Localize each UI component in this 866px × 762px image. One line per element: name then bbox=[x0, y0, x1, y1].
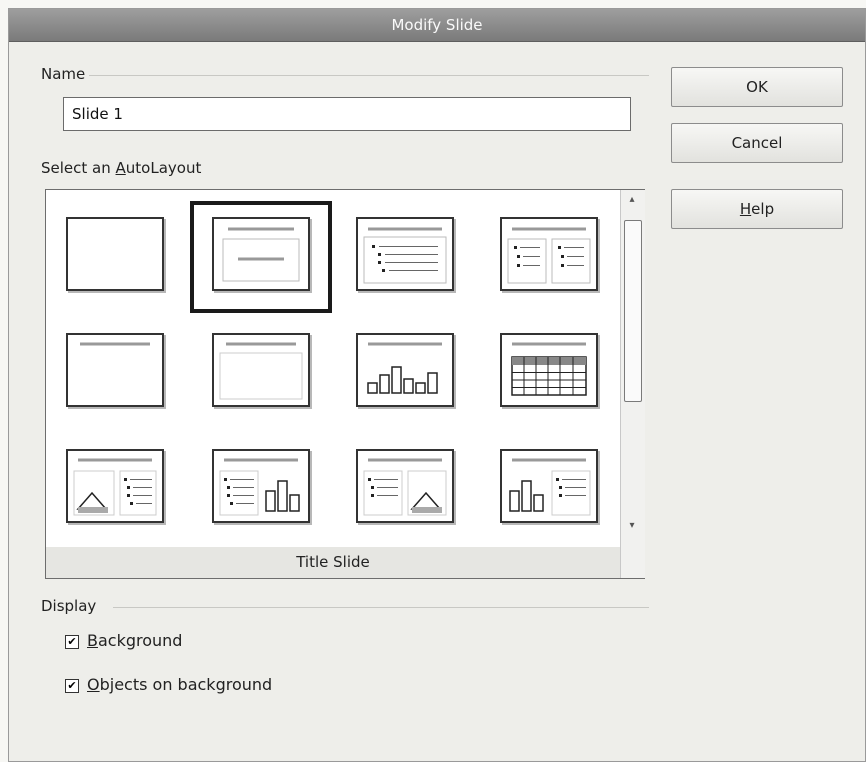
title-text-chart-layout-icon[interactable] bbox=[212, 449, 310, 523]
title-chart-text-thumb-art bbox=[509, 458, 591, 516]
title-clipart-text-thumb-art bbox=[73, 458, 157, 516]
name-label: Name bbox=[41, 65, 86, 83]
name-group-line bbox=[89, 75, 649, 76]
help-button[interactable]: Help bbox=[671, 189, 843, 229]
title-content-layout-icon[interactable] bbox=[356, 217, 454, 291]
centered-text-thumb-art bbox=[219, 342, 303, 400]
blank-layout-icon[interactable] bbox=[66, 217, 164, 291]
scroll-down-icon[interactable]: ▾ bbox=[626, 520, 638, 532]
title-text-clipart-thumb-art bbox=[363, 458, 447, 516]
help-label: elp bbox=[751, 200, 775, 218]
dialog-title: Modify Slide bbox=[391, 16, 483, 34]
title-text-clipart-layout-icon[interactable] bbox=[356, 449, 454, 523]
title-slide-layout-icon[interactable] bbox=[212, 217, 310, 291]
display-group-line bbox=[113, 607, 649, 608]
title-bar[interactable]: Modify Slide bbox=[9, 9, 865, 42]
autolayout-list: Title Slide ▴ ▾ bbox=[45, 189, 645, 579]
objects-on-background-label: Objects on background bbox=[87, 675, 273, 694]
title-chart-text-layout-icon[interactable] bbox=[500, 449, 598, 523]
cancel-button[interactable]: Cancel bbox=[671, 123, 843, 163]
title-spreadsheet-thumb-art bbox=[511, 342, 587, 396]
title-spreadsheet-layout-icon[interactable] bbox=[500, 333, 598, 407]
objects-on-background-checkbox[interactable]: ✔ bbox=[65, 679, 79, 693]
title-only-layout-icon[interactable] bbox=[66, 333, 164, 407]
title-chart-layout-icon[interactable] bbox=[356, 333, 454, 407]
title-chart-thumb-art bbox=[367, 342, 442, 394]
title-content-thumb-art bbox=[363, 227, 447, 284]
selected-layout-caption: Title Slide bbox=[46, 547, 620, 578]
title-text-chart-thumb-art bbox=[219, 458, 300, 516]
scroll-up-icon[interactable]: ▴ bbox=[626, 194, 638, 206]
centered-text-layout-icon[interactable] bbox=[212, 333, 310, 407]
modify-slide-dialog: Modify Slide Name OK Cancel Help Select … bbox=[8, 8, 866, 762]
title-slide-thumb-art bbox=[222, 227, 300, 282]
help-mnemonic: H bbox=[739, 200, 752, 218]
background-label: Background bbox=[87, 631, 183, 650]
title-clipart-text-layout-icon[interactable] bbox=[66, 449, 164, 523]
title-two-columns-layout-icon[interactable] bbox=[500, 217, 598, 291]
scrollbar-thumb[interactable] bbox=[624, 220, 642, 402]
layout-scrollbar[interactable]: ▴ ▾ bbox=[620, 190, 645, 578]
title-only-thumb-art bbox=[80, 342, 150, 346]
autolayout-label: Select an AutoLayout bbox=[41, 159, 202, 177]
name-field[interactable] bbox=[63, 97, 631, 131]
background-checkbox[interactable]: ✔ bbox=[65, 635, 79, 649]
display-label: Display bbox=[41, 597, 97, 615]
ok-button[interactable]: OK bbox=[671, 67, 843, 107]
title-two-columns-thumb-art bbox=[507, 227, 591, 284]
